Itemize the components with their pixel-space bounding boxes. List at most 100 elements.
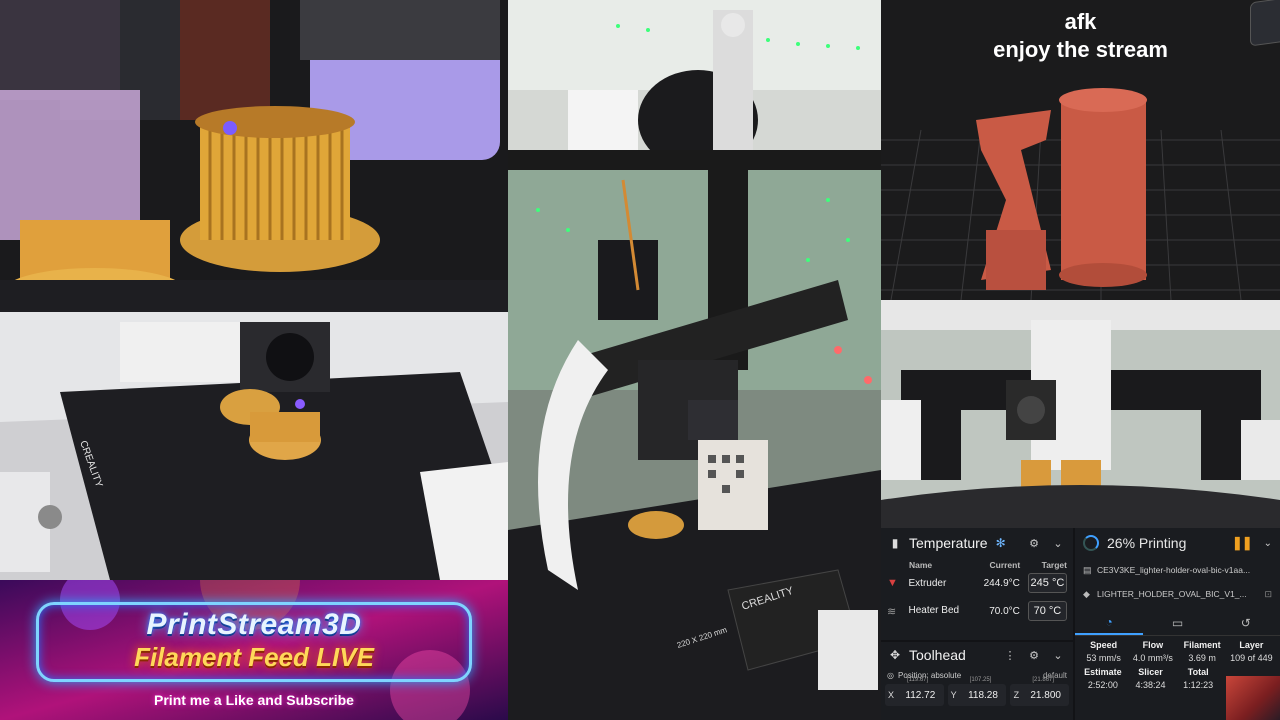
front-camera-image: [881, 300, 1280, 528]
stat-flow-value: 4.0 mm³/s: [1132, 653, 1173, 663]
extruder-icon: ▼: [887, 577, 898, 589]
col-target: Target: [1041, 560, 1067, 570]
object-name: LIGHTER_HOLDER_OVAL_BIC_V1_...: [1097, 589, 1247, 599]
nozzle-camera-image: [0, 0, 508, 312]
exclude-object-icon[interactable]: ⊡: [1264, 589, 1272, 600]
pause-icon[interactable]: ❚❚: [1232, 535, 1253, 551]
axis-x-bracket: [119.67]: [907, 677, 929, 683]
tab-status[interactable]: ◔: [1075, 610, 1144, 635]
axis-z[interactable]: [21.867] Z 21.800: [1010, 677, 1070, 706]
gauge-icon: ◔: [1105, 614, 1113, 629]
stat-layer-label: Layer: [1239, 640, 1264, 650]
temperature-settings-icon[interactable]: ⚙: [1025, 537, 1043, 550]
stat-slicer-label: Slicer: [1138, 667, 1163, 677]
heater-bed-icon: ≋: [887, 605, 897, 618]
print-thumbnail: [1226, 676, 1280, 720]
stat-flow: Flow 4.0 mm³/s: [1128, 640, 1177, 663]
stat-speed-label: Speed: [1090, 640, 1118, 650]
stat-speed: Speed 53 mm/s: [1079, 640, 1128, 663]
stat-filament-label: Filament: [1183, 640, 1221, 650]
toolhead-title: Toolhead: [909, 647, 966, 663]
temperature-header[interactable]: ▮ Temperature ✻ ⚙ ⌄: [881, 528, 1073, 558]
axis-z-label: Z: [1013, 690, 1020, 700]
history-icon: ↺: [1240, 615, 1251, 630]
slicer-preview: afk enjoy the stream: [881, 0, 1280, 300]
banner-title: PrintStream3D: [146, 608, 362, 641]
temperature-title: Temperature: [909, 535, 988, 551]
axis-x[interactable]: [119.67] X 112.72: [885, 677, 944, 706]
axis-y-value: 118.28: [968, 689, 998, 701]
stat-estimate-label: Estimate: [1084, 667, 1122, 677]
temperature-row-extruder: ▼ Extruder 244.9°C 245 °C: [881, 570, 1073, 596]
print-status-header: 26% Printing ❚❚ ⌄: [1075, 528, 1280, 558]
extruder-target-input[interactable]: 245 °C: [1027, 573, 1067, 593]
col-name: Name: [909, 560, 933, 570]
stats-row-1: Speed 53 mm/s Flow 4.0 mm³/s Filament 3.…: [1075, 636, 1280, 663]
stat-total-value: 1:12:23: [1183, 680, 1214, 690]
bed-camera-image: CREALITY: [0, 312, 508, 580]
print-status-card: 26% Printing ❚❚ ⌄ ▤ CE3V3KE_lighter-hold…: [1075, 528, 1280, 720]
col-current: Current: [989, 560, 1021, 570]
stat-filament: Filament 3.69 m: [1178, 640, 1227, 663]
extruder-current: 244.9°C: [983, 577, 1020, 589]
stat-speed-value: 53 mm/s: [1086, 653, 1121, 663]
axes-row: [119.67] X 112.72 [107.25] Y 118.28 [21.…: [881, 677, 1073, 708]
extruder-name: Extruder: [908, 577, 947, 589]
spool-camera-feed: [508, 0, 881, 170]
stat-flow-label: Flow: [1142, 640, 1164, 650]
toolhead-settings-icon[interactable]: ⚙: [1025, 649, 1043, 662]
bed-current: 70.0°C: [989, 605, 1020, 617]
stat-filament-value: 3.69 m: [1188, 653, 1216, 663]
toolhead-collapse-icon[interactable]: ⌄: [1049, 649, 1067, 662]
axis-y-bracket: [107.25]: [969, 677, 992, 683]
toolhead-menu-icon[interactable]: ⋮: [1001, 649, 1019, 662]
afk-line1: afk: [1064, 9, 1097, 34]
toolhead-header[interactable]: ✥ Toolhead ⋮ ⚙ ⌄: [881, 642, 1073, 668]
axis-z-bracket: [21.867]: [1032, 677, 1055, 683]
bed-name: Heater Bed: [908, 605, 960, 616]
tab-files[interactable]: ▭: [1143, 610, 1211, 635]
position-icon: ◎: [887, 670, 894, 680]
cooldown-icon[interactable]: ✻: [996, 536, 1006, 550]
stat-total-label: Total: [1187, 667, 1209, 677]
stat-layer: Layer 109 of 449: [1227, 640, 1276, 663]
stat-estimate: Estimate 2:52:00: [1079, 667, 1127, 690]
stream-banner: PrintStream3D Filament Feed LIVE Print m…: [0, 580, 508, 720]
temperature-card: ▮ Temperature ✻ ⚙ ⌄ Name Current Target …: [881, 528, 1073, 640]
stat-slicer: Slicer 4:38:24: [1127, 667, 1175, 690]
progress-spinner-icon: [1083, 535, 1099, 551]
print-tabs: ◔ ▭ ↺: [1075, 610, 1280, 636]
bed-target-input[interactable]: 70 °C: [1027, 601, 1067, 621]
move-icon: ✥: [889, 648, 901, 662]
toolhead-card: ✥ Toolhead ⋮ ⚙ ⌄ ◎ Position: absolute de…: [881, 642, 1073, 720]
spool-camera-image: [508, 0, 881, 170]
axis-x-label: X: [887, 690, 894, 700]
stat-estimate-value: 2:52:00: [1087, 680, 1118, 690]
stream-layout: CREALITY PrintStream3D Filament Feed LIV…: [0, 0, 1280, 720]
temperature-table-header: Name Current Target: [881, 558, 1073, 570]
object-icon: ◆: [1083, 588, 1090, 599]
gcode-file-row[interactable]: ▤ CE3V3KE_lighter-holder-oval-bic-v1aa..…: [1075, 558, 1280, 582]
axis-x-value: 112.72: [905, 689, 936, 701]
stat-layer-value: 109 of 449: [1230, 653, 1273, 663]
front-camera-feed: [881, 300, 1280, 528]
afk-caption: afk enjoy the stream: [881, 8, 1280, 64]
bed-camera-feed: CREALITY: [0, 312, 508, 580]
document-icon: ▭: [1171, 615, 1184, 630]
print-status: 26% Printing: [1107, 535, 1187, 551]
print-collapse-icon[interactable]: ⌄: [1264, 538, 1272, 549]
stat-total: Total 1:12:23: [1174, 667, 1222, 690]
axis-y[interactable]: [107.25] Y 118.28: [947, 677, 1007, 706]
printer-control-panel: ▮ Temperature ✻ ⚙ ⌄ Name Current Target …: [881, 528, 1280, 720]
printer-camera-feed: CREALITY 220 X 220 mm: [508, 170, 881, 720]
stat-slicer-value: 4:38:24: [1135, 680, 1166, 690]
banner-tagline: Print me a Like and Subscribe: [154, 692, 354, 708]
view-cube[interactable]: [1250, 0, 1280, 47]
banner-subtitle: Filament Feed LIVE: [134, 642, 374, 672]
gcode-file-name: CE3V3KE_lighter-holder-oval-bic-v1aa...: [1097, 565, 1251, 575]
printer-camera-image: CREALITY 220 X 220 mm: [508, 170, 881, 720]
tab-history[interactable]: ↺: [1212, 610, 1280, 635]
object-row[interactable]: ◆ LIGHTER_HOLDER_OVAL_BIC_V1_... ⊡: [1075, 582, 1280, 606]
temperature-collapse-icon[interactable]: ⌄: [1049, 537, 1067, 550]
nozzle-camera-feed: [0, 0, 508, 312]
